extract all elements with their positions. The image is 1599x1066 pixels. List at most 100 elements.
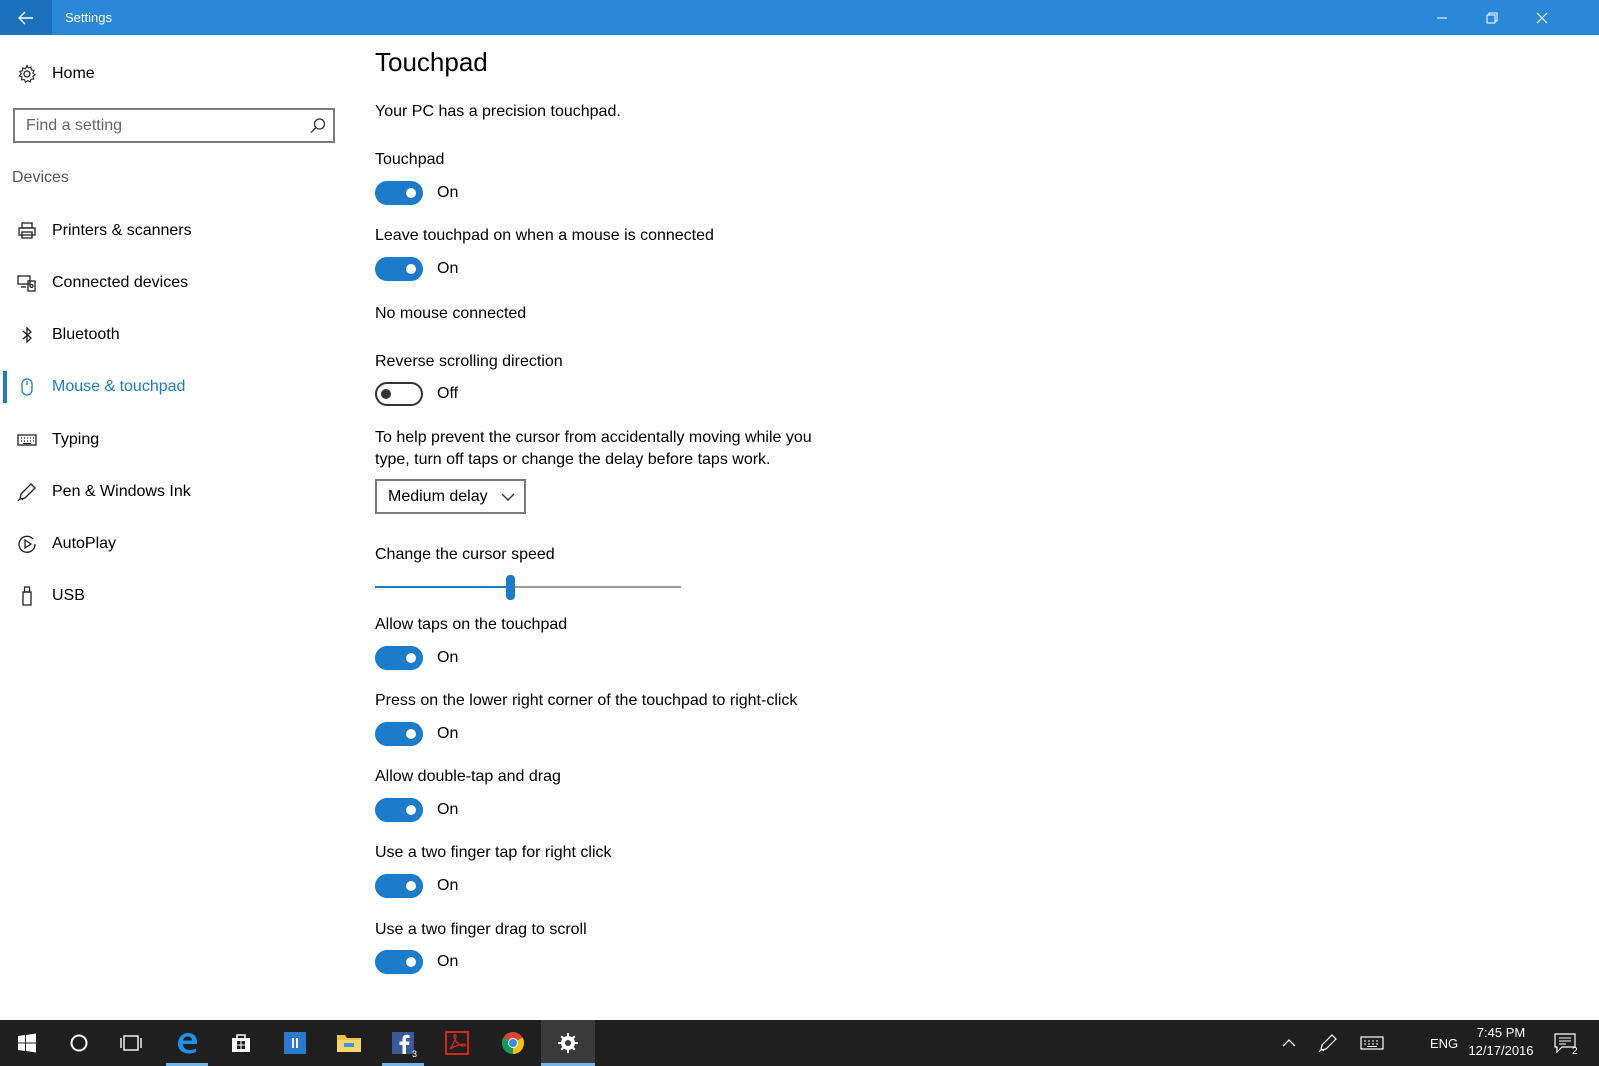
toggle-switch[interactable] [375,382,423,406]
toggle-knob [406,729,416,739]
search-icon[interactable] [309,117,327,135]
minimize-icon [1437,17,1447,18]
toggle-switch[interactable] [375,950,423,974]
no-mouse-text: No mouse connected [375,305,527,322]
toggle-state: On [437,801,459,818]
toggle-state: On [437,184,459,201]
double-tap-drag-label: Allow double-tap and drag [375,768,561,785]
taskbar-settings[interactable] [541,1020,595,1066]
minimize-button[interactable] [1417,0,1467,35]
back-button[interactable] [0,0,52,35]
restore-button[interactable] [1467,0,1517,35]
slider-thumb[interactable] [506,575,515,600]
title-bar: Settings [0,0,1599,35]
two-finger-drag-toggle[interactable]: On [375,950,458,974]
toggle-switch[interactable] [375,181,423,205]
back-arrow-icon [18,11,33,24]
tap-delay-select[interactable]: Medium delay [375,479,526,514]
close-button[interactable] [1517,0,1567,35]
taskbar-store[interactable] [214,1020,268,1066]
taskbar-acrobat[interactable] [430,1020,484,1066]
leave-on-label: Leave touchpad on when a mouse is connec… [375,227,714,244]
cortana-icon [70,1034,88,1052]
allow-taps-toggle[interactable]: On [375,646,458,670]
toggle-knob [406,264,416,274]
cursor-speed-slider[interactable] [375,573,681,601]
pen-icon [16,481,38,503]
taskbar-app-blue[interactable] [268,1020,322,1066]
two-finger-tap-toggle[interactable]: On [375,874,458,898]
toggle-switch[interactable] [375,722,423,746]
sidebar-item-label: Typing [52,431,100,448]
slider-fill [375,586,510,588]
sidebar-item-label: Mouse & touchpad [52,378,186,395]
toggle-switch[interactable] [375,646,423,670]
touchpad-toggle[interactable]: On [375,181,458,205]
sidebar-item-home[interactable]: Home [0,57,360,91]
keyboard-icon [16,429,38,451]
printer-icon [16,220,38,242]
folder-icon [337,1035,361,1052]
toggle-state: On [437,649,459,666]
notification-badge: 2 [1572,1046,1578,1057]
taskbar-file-explorer[interactable] [322,1020,376,1066]
tray-clock[interactable]: 7:45 PM 12/17/2016 [1466,1024,1536,1060]
sidebar-item-pen-ink[interactable]: Pen & Windows Ink [0,472,360,512]
taskbar-edge[interactable] [160,1020,214,1066]
toggle-switch[interactable] [375,874,423,898]
sidebar-item-connected-devices[interactable]: Connected devices [0,263,360,303]
acrobat-icon [445,1031,469,1055]
bluetooth-icon [16,324,38,346]
toggle-state: Off [437,385,459,402]
start-button[interactable] [0,1020,54,1066]
sidebar-item-typing[interactable]: Typing [0,420,360,460]
clock-time: 7:45 PM [1476,1025,1526,1040]
toggle-knob [406,653,416,663]
sidebar-item-autoplay[interactable]: AutoPlay [0,524,360,564]
sidebar-item-printers[interactable]: Printers & scanners [0,211,360,251]
action-center-button[interactable]: 2 [1540,1020,1590,1066]
windows-logo-icon [18,1033,36,1053]
leave-on-toggle[interactable]: On [375,257,458,281]
autoplay-icon [16,533,38,555]
taskbar-facebook[interactable]: 3 [376,1020,430,1066]
toggle-switch[interactable] [375,257,423,281]
toggle-knob [406,805,416,815]
cursor-speed-label: Change the cursor speed [375,546,555,563]
double-tap-drag-toggle[interactable]: On [375,798,458,822]
tray-windows-ink[interactable] [1306,1020,1350,1066]
tray-language[interactable]: ENG [1430,1036,1458,1051]
right-corner-toggle[interactable]: On [375,722,458,746]
restore-icon [1486,12,1498,23]
search-input[interactable] [15,110,295,141]
pen-icon [1318,1034,1337,1053]
toggle-knob [406,188,416,198]
toggle-switch[interactable] [375,798,423,822]
usb-icon [16,585,38,607]
sidebar-item-usb[interactable]: USB [0,576,360,616]
window-title: Settings [65,10,112,25]
sidebar: Home Devices Printers & scanners Connect… [0,35,360,1020]
two-finger-drag-label: Use a two finger drag to scroll [375,921,587,938]
search-box[interactable] [13,108,335,143]
toggle-state: On [437,260,459,277]
page-title: Touchpad [375,47,488,77]
touchpad-description: Your PC has a precision touchpad. [375,103,621,120]
toggle-knob [381,389,391,399]
chevron-up-icon [1282,1039,1296,1047]
delay-help-text-2: type, turn off taps or change the delay … [375,451,771,468]
chrome-icon [502,1032,524,1054]
task-view-button[interactable] [104,1020,158,1066]
sidebar-item-bluetooth[interactable]: Bluetooth [0,315,360,355]
toggle-knob [406,957,416,967]
reverse-scroll-toggle[interactable]: Off [375,382,458,406]
main-content: Touchpad Your PC has a precision touchpa… [375,35,1575,1000]
reverse-scroll-label: Reverse scrolling direction [375,353,563,370]
taskbar: 3 ENG 7:45 PM 12/17/2016 2 [0,1020,1599,1066]
cortana-button[interactable] [52,1020,106,1066]
taskbar-chrome[interactable] [486,1020,540,1066]
toggle-knob [406,881,416,891]
tap-delay-value: Medium delay [388,487,488,505]
sidebar-item-mouse-touchpad[interactable]: Mouse & touchpad [0,367,360,407]
tray-touch-keyboard[interactable] [1350,1020,1394,1066]
